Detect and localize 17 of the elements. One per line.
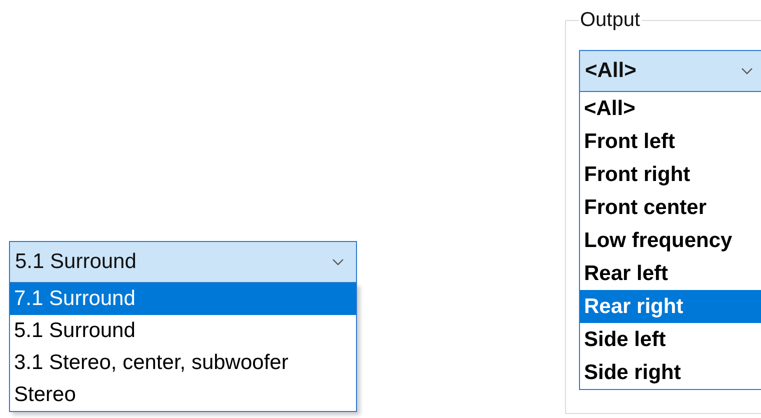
- list-option[interactable]: Front right: [580, 158, 761, 191]
- list-option[interactable]: Low frequency: [580, 224, 761, 257]
- list-option[interactable]: Side left: [580, 323, 761, 356]
- list-option[interactable]: <All>: [580, 92, 761, 125]
- chevron-down-icon: [332, 258, 344, 266]
- list-option[interactable]: 7.1 Surround: [10, 283, 356, 315]
- list-option[interactable]: Stereo: [10, 379, 356, 411]
- list-option[interactable]: Rear right: [580, 290, 761, 323]
- list-option[interactable]: 5.1 Surround: [10, 315, 356, 347]
- dropdown[interactable]: 5.1 Surround: [9, 241, 357, 283]
- list-option[interactable]: Front left: [580, 125, 761, 158]
- chevron-down-icon: [741, 67, 753, 75]
- list-option[interactable]: Rear left: [580, 257, 761, 290]
- list-option[interactable]: Side right: [580, 356, 761, 389]
- list-option[interactable]: Front center: [580, 191, 761, 224]
- list-option[interactable]: 3.1 Stereo, center, subwoofer: [10, 347, 356, 379]
- dropdown[interactable]: <All>: [579, 50, 761, 92]
